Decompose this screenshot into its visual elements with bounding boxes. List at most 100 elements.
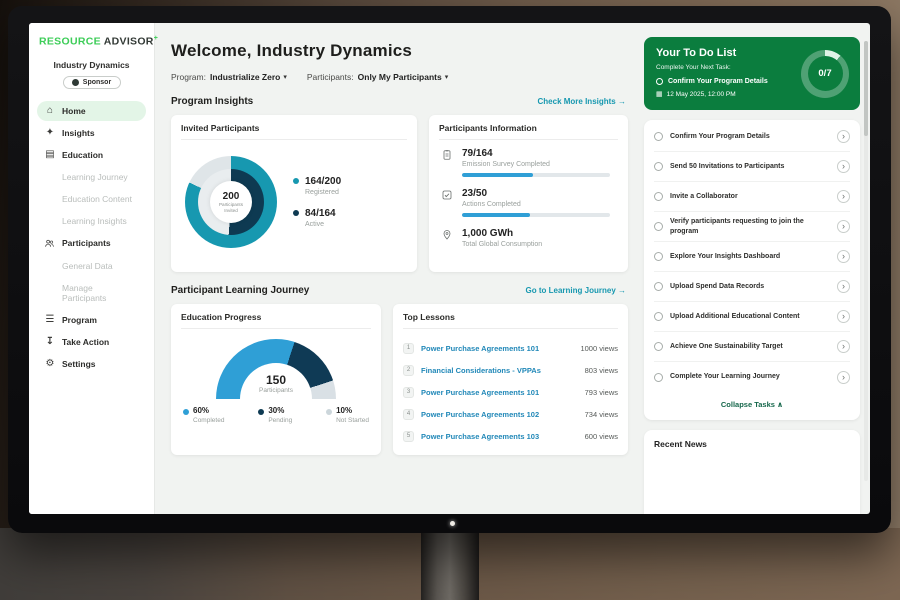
nav-label: Learning Insights — [62, 216, 127, 226]
sponsor-badge[interactable]: Sponsor — [63, 76, 121, 89]
checkbox-icon[interactable] — [654, 282, 663, 291]
checkbox-icon[interactable] — [654, 252, 663, 261]
chevron-right-icon[interactable]: › — [837, 310, 850, 323]
sidebar-item-general-data[interactable]: General Data — [37, 256, 146, 276]
info-row-consumption: 1,000 GWh Total Global Consumption — [441, 228, 618, 253]
checkbox-icon[interactable] — [654, 222, 663, 231]
lesson-link[interactable]: Power Purchase Agreements 103 — [421, 432, 578, 441]
task-row-verify-participants[interactable]: Verify participants requesting to join t… — [654, 212, 850, 242]
sidebar-item-participants[interactable]: Participants — [37, 233, 146, 254]
program-value: Industrialize Zero — [210, 72, 280, 82]
program-label: Program: — [171, 72, 206, 82]
info-value: 23/50 — [462, 188, 610, 199]
top-lessons-card: Top Lessons 1 Power Purchase Agreements … — [393, 304, 628, 455]
task-row-achieve-target[interactable]: Achieve One Sustainability Target › — [654, 332, 850, 362]
donut-center-value: 200 — [223, 191, 240, 202]
sidebar-item-settings[interactable]: ⚙ Settings — [37, 354, 146, 374]
nav-label: Insights — [62, 128, 95, 138]
todo-column: Your To Do List Complete Your Next Task:… — [642, 23, 870, 514]
sidebar-item-education-content[interactable]: Education Content — [37, 189, 146, 209]
info-label: Total Global Consumption — [462, 241, 542, 248]
participants-dropdown[interactable]: Participants: Only My Participants ▾ — [307, 72, 448, 82]
collapse-tasks-link[interactable]: Collapse Tasks ∧ — [654, 392, 850, 418]
checkbox-icon[interactable] — [654, 312, 663, 321]
chevron-right-icon[interactable]: › — [837, 250, 850, 263]
task-label: Upload Spend Data Records — [670, 282, 830, 291]
app-logo: RESOURCE ADVISOR+ — [37, 35, 146, 48]
sidebar-item-learning-journey[interactable]: Learning Journey — [37, 167, 146, 187]
checkbox-icon[interactable] — [654, 373, 663, 382]
sidebar-item-program[interactable]: ☰ Program — [37, 310, 146, 330]
link-label: Go to Learning Journey — [526, 286, 616, 295]
legend-item-completed: 60% Completed — [183, 407, 224, 424]
sponsor-icon — [72, 79, 79, 86]
next-task-label: Confirm Your Program Details — [668, 78, 768, 85]
next-task-row[interactable]: Confirm Your Program Details — [656, 78, 804, 85]
task-row-complete-learning-journey[interactable]: Complete Your Learning Journey › — [654, 362, 850, 392]
emission-progress-bar — [462, 173, 610, 177]
scrollbar-thumb[interactable] — [864, 41, 868, 136]
task-row-explore-insights[interactable]: Explore Your Insights Dashboard › — [654, 242, 850, 272]
nav-label: Settings — [62, 359, 96, 369]
participants-label: Participants: — [307, 72, 354, 82]
nav-label: Program — [62, 315, 97, 325]
lesson-row: 4 Power Purchase Agreements 102 734 view… — [403, 403, 618, 425]
nav-label: Take Action — [62, 337, 109, 347]
education-progress-card: Education Progress 150 Participants — [171, 304, 381, 455]
lesson-link[interactable]: Financial Considerations - VPPAs — [421, 366, 578, 375]
task-row-upload-spend-data[interactable]: Upload Spend Data Records › — [654, 272, 850, 302]
nav-label: Education Content — [62, 194, 132, 204]
chevron-down-icon: ▾ — [445, 73, 449, 81]
lesson-link[interactable]: Power Purchase Agreements 102 — [421, 410, 578, 419]
task-row-invite-collaborator[interactable]: Invite a Collaborator › — [654, 182, 850, 212]
lesson-views: 734 views — [585, 410, 618, 419]
chevron-right-icon[interactable]: › — [837, 130, 850, 143]
sidebar-item-education[interactable]: ▤ Education — [37, 145, 146, 165]
task-row-confirm-program[interactable]: Confirm Your Program Details › — [654, 122, 850, 152]
sidebar-item-learning-insights[interactable]: Learning Insights — [37, 211, 146, 231]
chevron-right-icon[interactable]: › — [837, 340, 850, 353]
sidebar-item-home[interactable]: ⌂ Home — [37, 101, 146, 121]
checkbox-icon[interactable] — [654, 342, 663, 351]
card-title: Top Lessons — [403, 312, 618, 329]
check-more-insights-link[interactable]: Check More Insights → — [538, 97, 626, 106]
task-row-upload-educational-content[interactable]: Upload Additional Educational Content › — [654, 302, 850, 332]
legend-label: Pending — [268, 417, 292, 424]
sidebar-item-insights[interactable]: ✦ Insights — [37, 123, 146, 143]
gauge-center-label: Participants — [181, 387, 371, 394]
legend-value: 84/164 — [305, 208, 336, 219]
info-value: 1,000 GWh — [462, 228, 542, 239]
donut-legend: 164/200 Registered 84/164 Active — [293, 176, 341, 228]
rank-badge: 5 — [403, 431, 414, 442]
sidebar-item-take-action[interactable]: ↧ Take Action — [37, 332, 146, 352]
people-icon — [44, 238, 56, 249]
checkbox-icon[interactable] — [654, 162, 663, 171]
info-row-emission-survey: 79/164 Emission Survey Completed — [441, 148, 618, 177]
go-to-learning-journey-link[interactable]: Go to Learning Journey → — [526, 286, 626, 295]
lightbulb-icon: ✦ — [44, 128, 56, 138]
sidebar: RESOURCE ADVISOR+ Industry Dynamics Spon… — [29, 23, 155, 514]
chevron-right-icon[interactable]: › — [837, 220, 850, 233]
chevron-right-icon[interactable]: › — [837, 371, 850, 384]
task-row-send-invitations[interactable]: Send 50 Invitations to Participants › — [654, 152, 850, 182]
chevron-right-icon[interactable]: › — [837, 160, 850, 173]
task-label: Achieve One Sustainability Target — [670, 342, 830, 351]
insights-cards-row: Invited Participants 200 Participants In… — [171, 115, 628, 272]
gauge-center-value: 150 — [181, 373, 371, 387]
lesson-views: 803 views — [585, 366, 618, 375]
task-label: Confirm Your Program Details — [670, 132, 830, 141]
info-label: Actions Completed — [462, 201, 610, 208]
sidebar-nav: ⌂ Home ✦ Insights ▤ Education Learning J… — [37, 101, 146, 374]
section-title: Participant Learning Journey — [171, 285, 309, 296]
checkbox-icon[interactable] — [656, 78, 663, 85]
checkbox-icon[interactable] — [654, 192, 663, 201]
scrollbar[interactable] — [864, 41, 868, 481]
program-dropdown[interactable]: Program: Industrialize Zero ▾ — [171, 72, 287, 82]
learning-cards-row: Education Progress 150 Participants — [171, 304, 628, 455]
sidebar-item-manage-participants[interactable]: Manage Participants — [37, 278, 146, 308]
chevron-right-icon[interactable]: › — [837, 280, 850, 293]
checkbox-icon[interactable] — [654, 132, 663, 141]
lesson-link[interactable]: Power Purchase Agreements 101 — [421, 344, 573, 353]
lesson-link[interactable]: Power Purchase Agreements 101 — [421, 388, 578, 397]
chevron-right-icon[interactable]: › — [837, 190, 850, 203]
